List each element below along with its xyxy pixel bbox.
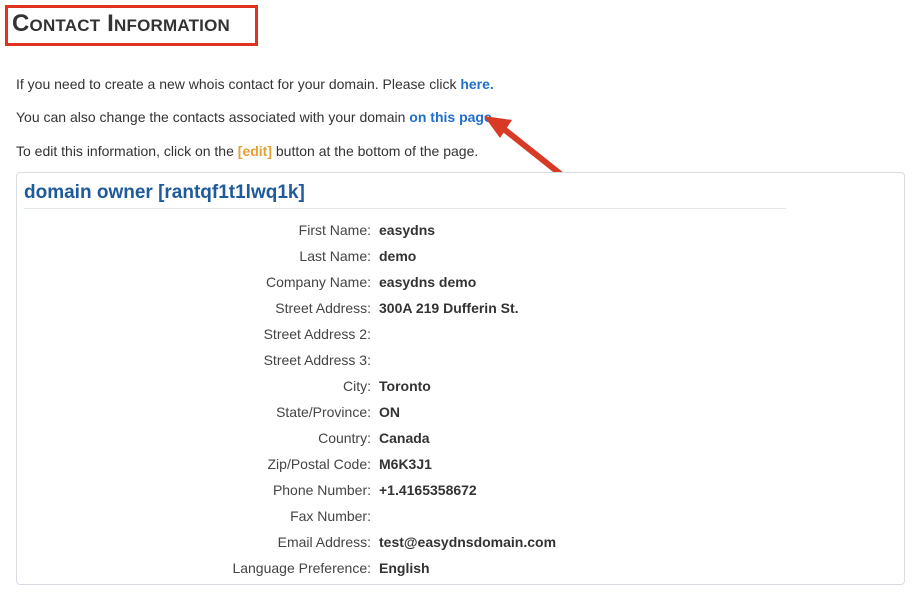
field-row: Language Preference: English [17,558,904,578]
field-label: Street Address: [275,300,371,316]
field-value: easydns [379,222,436,238]
edit-instruction: To edit this information, click on the [… [16,143,478,159]
field-label: Country: [318,430,371,446]
field-label: Language Preference: [232,560,371,576]
field-row: Last Name: demo [17,246,904,266]
create-contact-link[interactable]: here. [460,76,493,92]
field-row: Street Address 3: [17,350,904,370]
field-value: Canada [379,430,430,446]
field-label: Zip/Postal Code: [267,456,372,472]
field-label: Street Address 3: [263,352,371,368]
change-contacts-text: You can also change the contacts associa… [16,109,410,125]
field-value: Toronto [379,378,431,394]
field-value: M6K3J1 [379,456,432,472]
field-value: easydns demo [379,274,477,290]
field-value: demo [379,248,417,264]
field-value: test@easydnsdomain.com [379,534,557,550]
field-row: Fax Number: [17,506,904,526]
field-row: Email Address: test@easydnsdomain.com [17,532,904,552]
field-label: City: [343,378,371,394]
field-label: First Name: [298,222,371,238]
field-row: Phone Number: +1.4165358672 [17,480,904,500]
page-title: Contact Information [12,10,230,37]
edit-instruction-before: To edit this information, click on the [16,143,238,159]
field-label: Company Name: [265,274,371,290]
change-contacts-instruction: You can also change the contacts associa… [16,109,496,125]
field-label: Phone Number: [272,482,371,498]
field-label: Last Name: [299,248,371,264]
field-row: Street Address 2: [17,324,904,344]
field-row: Street Address: 300A 219 Dufferin St. [17,298,904,318]
edit-instruction-after: button at the bottom of the page. [272,143,479,159]
field-value: English [379,560,430,576]
contact-panel: domain owner [rantqf1t1lwq1k] First Name… [16,172,905,585]
field-row: Company Name: easydns demo [17,272,904,292]
field-label: Email Address: [277,534,371,550]
field-value: 300A 219 Dufferin St. [379,300,519,316]
field-value: +1.4165358672 [379,482,477,498]
field-value: ON [379,404,400,420]
create-contact-instruction: If you need to create a new whois contac… [16,76,494,92]
field-row: State/Province: ON [17,402,904,422]
field-row: First Name: easydns [17,220,904,240]
create-contact-text: If you need to create a new whois contac… [16,76,461,92]
field-row: Zip/Postal Code: M6K3J1 [17,454,904,474]
field-row: Country: Canada [17,428,904,448]
field-label: Fax Number: [290,508,371,524]
contact-heading: domain owner [rantqf1t1lwq1k] [24,182,786,209]
field-row: City: Toronto [17,376,904,396]
edit-reference: [edit] [237,143,272,159]
field-label: State/Province: [276,404,371,420]
field-label: Street Address 2: [263,326,371,342]
